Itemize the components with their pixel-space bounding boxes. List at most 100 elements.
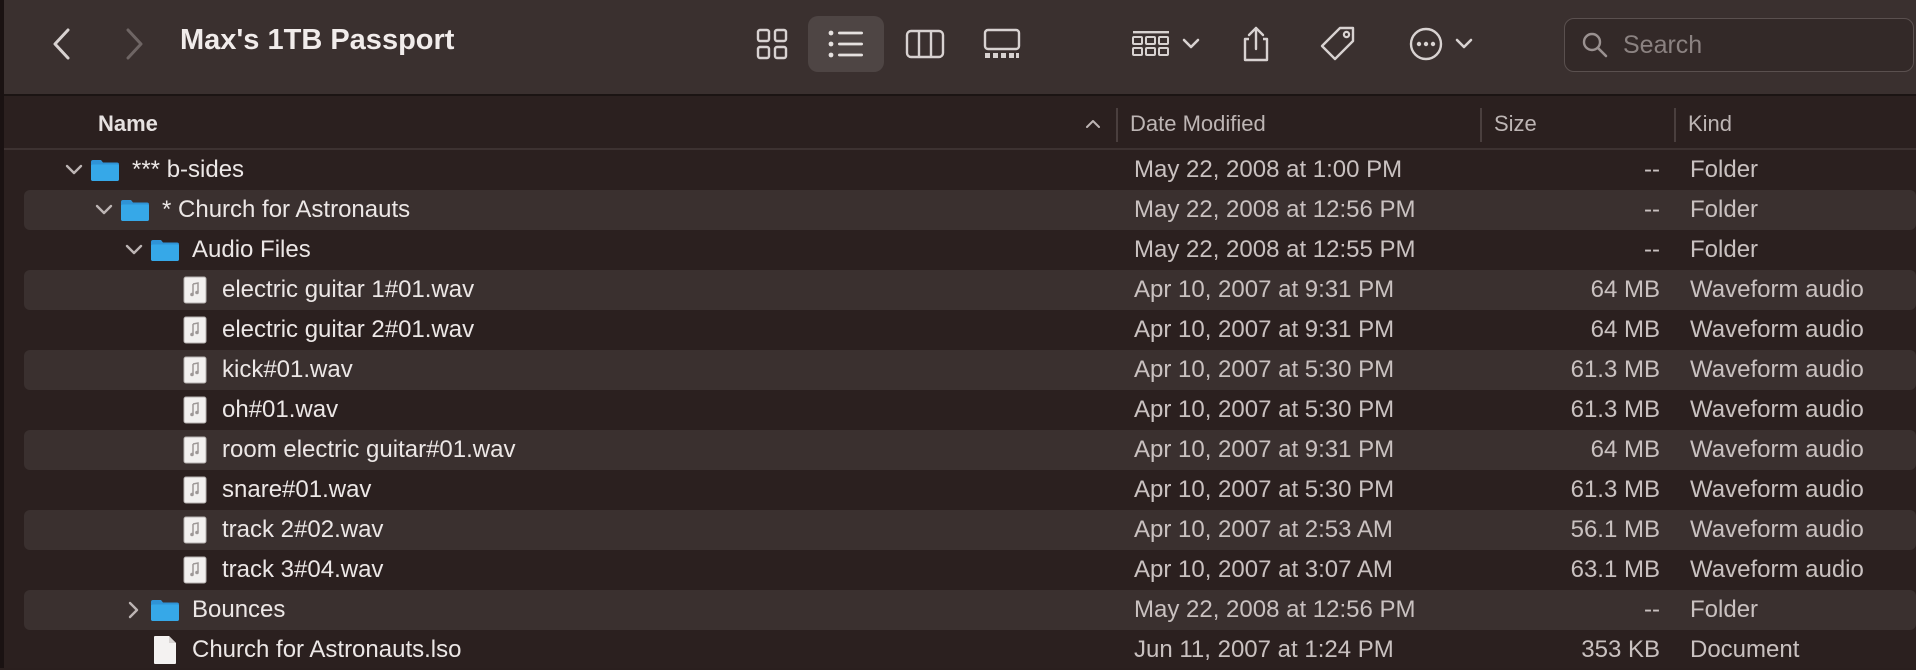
item-size: 64 MB bbox=[1590, 276, 1660, 303]
item-size: 63.1 MB bbox=[1570, 556, 1660, 583]
item-name: electric guitar 2#01.wav bbox=[222, 316, 475, 343]
item-name: Bounces bbox=[192, 596, 286, 623]
window-title: Max's 1TB Passport bbox=[180, 24, 455, 56]
column-date-header[interactable]: Date Modified bbox=[1130, 98, 1266, 150]
folder-row[interactable]: *** b-sides May 22, 2008 at 1:00 PM -- Fold… bbox=[4, 150, 1916, 190]
file-row[interactable]: room electric guitar#01.wav Apr 10, 2007 … bbox=[4, 430, 1916, 470]
chevron-right-icon bbox=[126, 28, 143, 60]
item-name: electric guitar 1#01.wav bbox=[222, 276, 475, 303]
folder-icon bbox=[150, 590, 180, 630]
item-size: 61.3 MB bbox=[1570, 396, 1660, 423]
item-date-modified: Apr 10, 2007 at 9:31 PM bbox=[1134, 316, 1395, 343]
item-kind: Waveform audio bbox=[1690, 276, 1864, 303]
audio-file-icon bbox=[180, 510, 210, 550]
audio-file-icon bbox=[180, 550, 210, 590]
item-size: 64 MB bbox=[1590, 316, 1660, 343]
file-row[interactable]: snare#01.wav Apr 10, 2007 at 5:30 PM 61.3 … bbox=[4, 470, 1916, 510]
folder-row[interactable]: * Church for Astronauts May 22, 2008 at 1… bbox=[4, 190, 1916, 230]
column-view-button[interactable] bbox=[887, 16, 963, 72]
item-date-modified: Apr 10, 2007 at 3:07 AM bbox=[1134, 556, 1393, 583]
item-kind: Document bbox=[1690, 636, 1800, 663]
item-size: -- bbox=[1644, 236, 1660, 263]
search-input[interactable] bbox=[1623, 30, 1903, 60]
item-date-modified: May 22, 2008 at 12:56 PM bbox=[1134, 196, 1416, 223]
column-divider[interactable] bbox=[1116, 108, 1118, 142]
column-size-header[interactable]: Size bbox=[1494, 98, 1537, 150]
item-size: 64 MB bbox=[1590, 436, 1660, 463]
item-name: Audio Files bbox=[192, 236, 311, 263]
item-kind: Folder bbox=[1690, 156, 1759, 183]
item-kind: Waveform audio bbox=[1690, 436, 1864, 463]
group-by-button[interactable] bbox=[1120, 16, 1212, 72]
item-date-modified: Apr 10, 2007 at 9:31 PM bbox=[1134, 276, 1395, 303]
disclosure-expanded-icon[interactable] bbox=[62, 150, 86, 190]
folder-row[interactable]: Audio Files May 22, 2008 at 12:55 PM -- Fol… bbox=[4, 230, 1916, 270]
tag-button[interactable] bbox=[1308, 16, 1368, 72]
icon-view-button[interactable] bbox=[734, 16, 810, 72]
file-row[interactable]: electric guitar 2#01.wav Apr 10, 2007 at … bbox=[4, 310, 1916, 350]
item-name: oh#01.wav bbox=[222, 396, 339, 423]
item-size: -- bbox=[1644, 156, 1660, 183]
toolbar: Max's 1TB Passport bbox=[4, 0, 1916, 96]
item-kind: Waveform audio bbox=[1690, 556, 1864, 583]
item-name: *** b-sides bbox=[132, 156, 245, 183]
ellipsis-circle-icon bbox=[1409, 27, 1443, 61]
icon-view-icon bbox=[756, 28, 788, 60]
gallery-view-icon bbox=[983, 28, 1021, 58]
item-date-modified: May 22, 2008 at 12:55 PM bbox=[1134, 236, 1416, 263]
item-name: track 2#02.wav bbox=[222, 516, 384, 543]
item-kind: Waveform audio bbox=[1690, 516, 1864, 543]
item-size: 61.3 MB bbox=[1570, 356, 1660, 383]
item-date-modified: Apr 10, 2007 at 5:30 PM bbox=[1134, 476, 1395, 503]
list-view-icon bbox=[828, 30, 863, 58]
item-date-modified: Apr 10, 2007 at 9:31 PM bbox=[1134, 436, 1395, 463]
file-row[interactable]: track 2#02.wav Apr 10, 2007 at 2:53 AM 56.… bbox=[4, 510, 1916, 550]
disclosure-collapsed-icon[interactable] bbox=[122, 590, 146, 630]
column-view-icon bbox=[905, 29, 945, 59]
item-name: * Church for Astronauts bbox=[162, 196, 411, 223]
back-button[interactable] bbox=[42, 22, 82, 66]
column-divider[interactable] bbox=[1674, 108, 1676, 142]
audio-file-icon bbox=[180, 430, 210, 470]
item-date-modified: May 22, 2008 at 1:00 PM bbox=[1134, 156, 1403, 183]
sort-ascending-icon[interactable] bbox=[1082, 98, 1104, 150]
search-field[interactable] bbox=[1564, 18, 1914, 72]
disclosure-expanded-icon[interactable] bbox=[122, 230, 146, 270]
forward-button[interactable] bbox=[114, 22, 154, 66]
chevron-down-icon bbox=[1455, 38, 1473, 49]
folder-icon bbox=[90, 150, 120, 190]
file-row[interactable]: oh#01.wav Apr 10, 2007 at 5:30 PM 61.3 MB W… bbox=[4, 390, 1916, 430]
folder-row[interactable]: Bounces May 22, 2008 at 12:56 PM -- Folder bbox=[4, 590, 1916, 630]
item-date-modified: Jun 11, 2007 at 1:24 PM bbox=[1134, 636, 1394, 663]
audio-file-icon bbox=[180, 470, 210, 510]
gallery-view-button[interactable] bbox=[964, 16, 1040, 72]
file-row[interactable]: track 3#04.wav Apr 10, 2007 at 3:07 AM 63.… bbox=[4, 550, 1916, 590]
file-row[interactable]: electric guitar 1#01.wav Apr 10, 2007 at … bbox=[4, 270, 1916, 310]
item-size: 56.1 MB bbox=[1570, 516, 1660, 543]
item-kind: Folder bbox=[1690, 196, 1759, 223]
item-date-modified: May 22, 2008 at 12:56 PM bbox=[1134, 596, 1416, 623]
audio-file-icon bbox=[180, 390, 210, 430]
column-header: Name Date Modified Size Kind bbox=[4, 98, 1916, 150]
file-row[interactable]: Church for Astronauts.lso Jun 11, 2007 at… bbox=[4, 630, 1916, 670]
tag-icon bbox=[1320, 26, 1355, 61]
disclosure-expanded-icon[interactable] bbox=[92, 190, 116, 230]
share-button[interactable] bbox=[1226, 16, 1286, 72]
chevron-down-icon bbox=[1182, 38, 1200, 49]
column-kind-header[interactable]: Kind bbox=[1688, 98, 1732, 150]
item-kind: Waveform audio bbox=[1690, 316, 1864, 343]
share-icon bbox=[1243, 26, 1269, 62]
more-actions-button[interactable] bbox=[1396, 16, 1486, 72]
list-view-button[interactable] bbox=[808, 16, 884, 72]
item-size: 61.3 MB bbox=[1570, 476, 1660, 503]
audio-file-icon bbox=[180, 350, 210, 390]
column-divider[interactable] bbox=[1480, 108, 1482, 142]
item-date-modified: Apr 10, 2007 at 5:30 PM bbox=[1134, 396, 1395, 423]
finder-window: Max's 1TB Passport Search Name Date Modi… bbox=[0, 0, 1916, 668]
item-kind: Waveform audio bbox=[1690, 476, 1864, 503]
folder-icon bbox=[120, 190, 150, 230]
group-grid-icon bbox=[1132, 31, 1169, 56]
item-kind: Folder bbox=[1690, 596, 1759, 623]
file-row[interactable]: kick#01.wav Apr 10, 2007 at 5:30 PM 61.3 M… bbox=[4, 350, 1916, 390]
column-name-header[interactable]: Name bbox=[98, 98, 158, 150]
